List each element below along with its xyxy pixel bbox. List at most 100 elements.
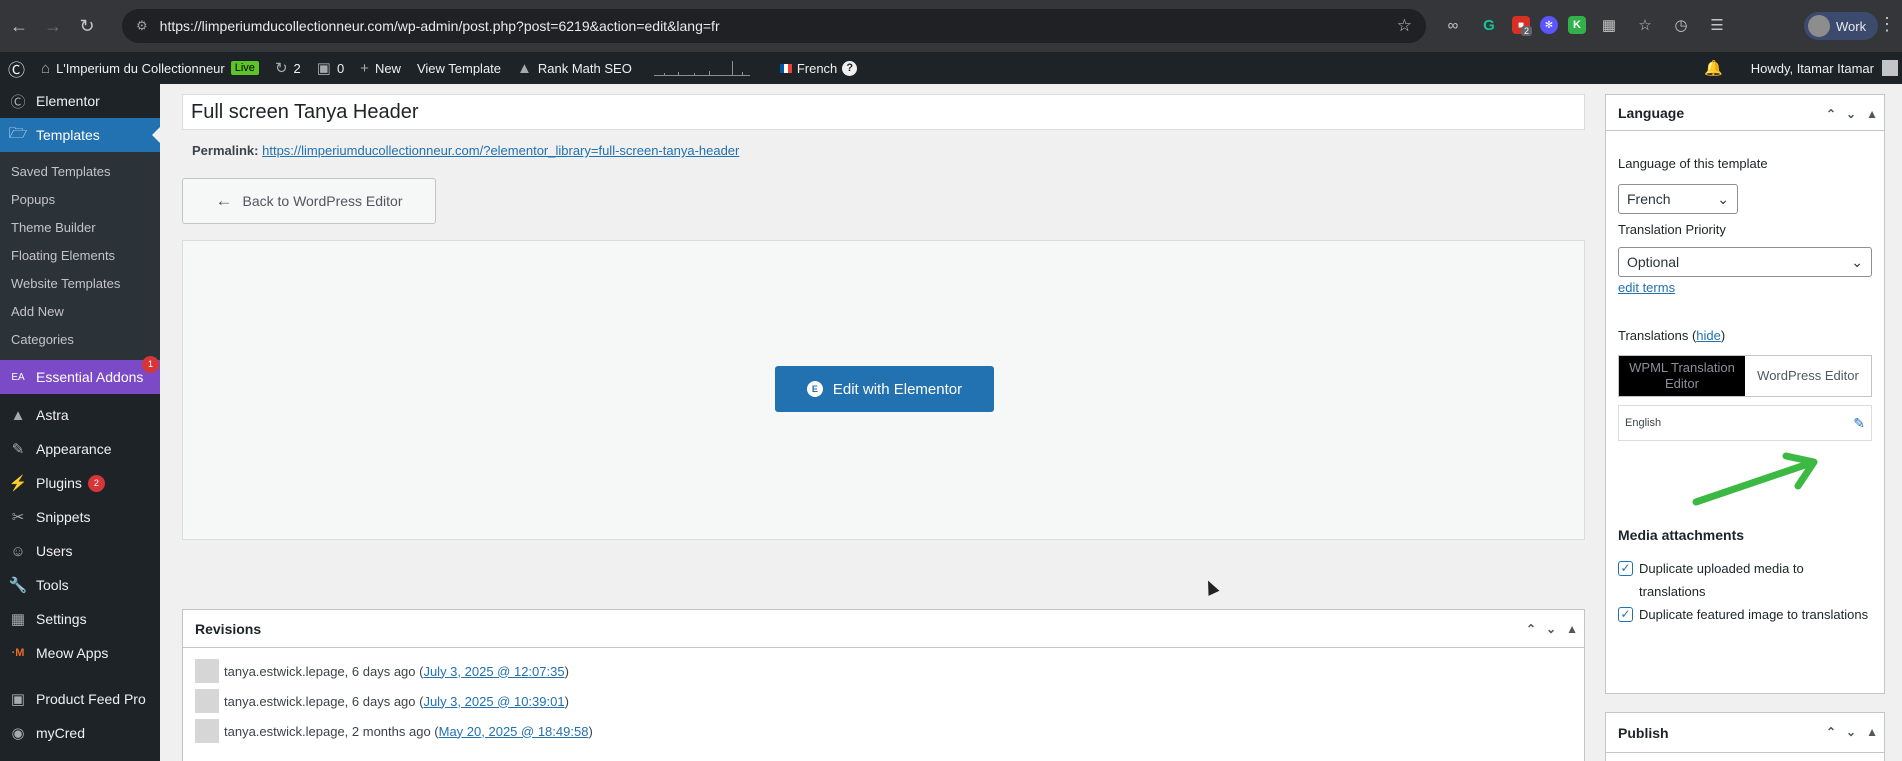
address-bar[interactable]: ⚙ https://limperiumducollectionneur.com/…	[122, 9, 1426, 43]
site-name-link[interactable]: ⌂ L'Imperium du Collectionneur Live	[33, 52, 267, 84]
collapse-toggle-icon[interactable]: ▲	[1866, 725, 1878, 739]
post-title-input[interactable]	[182, 94, 1585, 130]
priority-select-value: Optional	[1627, 254, 1680, 270]
revision-link[interactable]: May 20, 2025 @ 18:49:58	[439, 724, 589, 739]
sidebar-item-tools[interactable]: 🔧 Tools	[0, 568, 160, 602]
mouse-cursor-icon	[1202, 578, 1220, 596]
elementor-logo-icon: E	[806, 381, 823, 397]
language-select[interactable]: French ⌄	[1618, 184, 1738, 214]
revision-link[interactable]: July 3, 2025 @ 12:07:35	[423, 664, 564, 679]
new-content-link[interactable]: + New	[352, 52, 409, 84]
extensions-puzzle-icon[interactable]: ▦	[1596, 12, 1622, 38]
sidebar-item-mycred[interactable]: ◉ myCred	[0, 716, 160, 750]
site-settings-icon[interactable]: ⚙	[136, 18, 148, 34]
pencil-edit-icon[interactable]: ✎	[1853, 415, 1865, 432]
move-down-icon[interactable]: ⌄	[1846, 725, 1856, 739]
stats-sparkline[interactable]	[640, 52, 758, 84]
home-icon: ⌂	[41, 59, 51, 77]
sidebar-item-templates[interactable]: 🗁 Templates	[0, 118, 160, 152]
bookmarks-star-icon[interactable]: ☆	[1632, 12, 1658, 38]
history-icon[interactable]: ◷	[1668, 12, 1694, 38]
profile-button[interactable]: Work	[1804, 12, 1879, 40]
astra-icon: ▲	[10, 406, 26, 424]
sidebar-item-astra[interactable]: ▲ Astra	[0, 398, 160, 432]
sidebar-item-users[interactable]: ☺ Users	[0, 534, 160, 568]
howdy-account-link[interactable]: Howdy, Itamar Itamar	[1731, 52, 1902, 84]
move-up-icon[interactable]: ⌃	[1826, 107, 1836, 121]
tab-wordpress-editor[interactable]: WordPress Editor	[1745, 356, 1871, 396]
translations-label: Translations (	[1618, 328, 1697, 343]
forward-arrow-icon[interactable]: →	[38, 11, 68, 41]
wrench-icon: 🔧	[8, 577, 28, 594]
language-header[interactable]: Language ⌃ ⌄ ▲	[1606, 95, 1884, 131]
duplicate-featured-checkbox[interactable]: ✓	[1618, 607, 1633, 622]
rank-math-link[interactable]: ▲ Rank Math SEO	[509, 52, 640, 84]
revisions-handle-actions: ⌃ ⌄ ▲	[1526, 610, 1578, 648]
sidebar-item-snippets[interactable]: ✂ Snippets	[0, 500, 160, 534]
templates-submenu: Saved Templates Popups Theme Builder Flo…	[0, 152, 160, 360]
submenu-add-new[interactable]: Add New	[0, 298, 160, 326]
sidebar-item-meow-apps[interactable]: ·M Meow Apps	[0, 636, 160, 670]
revision-close: )	[588, 723, 593, 739]
publish-header[interactable]: Publish ⌃ ⌄ ▲	[1606, 713, 1884, 753]
sidebar-item-appearance[interactable]: ✎ Appearance	[0, 432, 160, 466]
mycred-icon: ◉	[11, 725, 25, 742]
language-box: Language ⌃ ⌄ ▲ Language of this template…	[1605, 94, 1885, 694]
translation-editor-tabs: WPML Translation Editor WordPress Editor	[1618, 355, 1872, 397]
notification-bell-icon[interactable]: 🔔	[1696, 52, 1731, 84]
tab-wpml-translation-editor[interactable]: WPML Translation Editor	[1619, 356, 1745, 396]
collapse-toggle-icon[interactable]: ▲	[1566, 622, 1578, 636]
reload-icon[interactable]: ↻	[72, 11, 102, 41]
sidebar-item-plugins[interactable]: ⚡ Plugins 2	[0, 466, 160, 500]
move-down-icon[interactable]: ⌄	[1546, 622, 1556, 636]
grammarly-icon[interactable]: G	[1476, 12, 1502, 38]
collapse-toggle-icon[interactable]: ▲	[1866, 107, 1878, 121]
updates-link[interactable]: ↻ 2	[267, 52, 309, 84]
essential-addons-badge: 1	[142, 356, 159, 373]
submenu-website-templates[interactable]: Website Templates	[0, 270, 160, 298]
back-arrow-icon[interactable]: ←	[4, 11, 34, 41]
comments-link[interactable]: ▣ 0	[309, 52, 352, 84]
move-up-icon[interactable]: ⌃	[1526, 622, 1536, 636]
m-extension-icon[interactable]: ∞	[1440, 12, 1466, 38]
submenu-floating-elements[interactable]: Floating Elements	[0, 242, 160, 270]
sidebar-item-essential-addons[interactable]: EA Essential Addons 1	[0, 356, 160, 394]
edit-terms-link[interactable]: edit terms	[1618, 280, 1675, 295]
move-up-icon[interactable]: ⌃	[1826, 725, 1836, 739]
revision-link[interactable]: July 3, 2025 @ 10:39:01	[423, 694, 564, 709]
admin-content-scrollbar[interactable]	[1891, 84, 1902, 761]
wordpress-logo-icon[interactable]: Ⓒ	[0, 52, 33, 84]
red-extension-icon[interactable]: ■ 2	[1512, 16, 1532, 36]
sidebar-item-label: Plugins	[36, 475, 82, 491]
move-down-icon[interactable]: ⌄	[1846, 107, 1856, 121]
k-extension-icon[interactable]: K	[1568, 16, 1586, 34]
howdy-text: Howdy, Itamar Itamar	[1750, 60, 1874, 76]
help-icon[interactable]: ?	[842, 60, 858, 76]
purple-extension-icon[interactable]: ✻	[1540, 16, 1558, 34]
reading-list-icon[interactable]: ☰	[1704, 12, 1730, 38]
browser-menu-icon[interactable]: ⋮	[1878, 14, 1896, 35]
sidebar-item-product-feed[interactable]: ▣ Product Feed Pro	[0, 682, 160, 716]
submenu-theme-builder[interactable]: Theme Builder	[0, 214, 160, 242]
revision-author: tanya.estwick.lepage, 6 days ago (	[224, 663, 424, 679]
revisions-header[interactable]: Revisions ⌃ ⌄ ▲	[183, 610, 1584, 648]
hide-translations-link[interactable]: hide	[1696, 328, 1721, 343]
sidebar-item-settings[interactable]: ▦ Settings	[0, 602, 160, 636]
url-text[interactable]: https://limperiumducollectionneur.com/wp…	[160, 18, 1397, 34]
bookmark-star-icon[interactable]: ☆	[1397, 16, 1412, 36]
back-to-wordpress-editor-button[interactable]: ← Back to WordPress Editor	[182, 178, 436, 224]
submenu-popups[interactable]: Popups	[0, 186, 160, 214]
submenu-saved-templates[interactable]: Saved Templates	[0, 158, 160, 186]
rank-math-icon: ▲	[517, 59, 532, 77]
submenu-categories[interactable]: Categories	[0, 326, 160, 354]
duplicate-media-checkbox[interactable]: ✓	[1618, 561, 1633, 576]
view-template-link[interactable]: View Template	[409, 52, 509, 84]
sidebar-item-label: Tools	[36, 577, 69, 593]
permalink-link[interactable]: https://limperiumducollectionneur.com/?e…	[262, 143, 739, 158]
sidebar-item-elementor[interactable]: Ⓒ Elementor	[0, 84, 160, 118]
revision-author: tanya.estwick.lepage, 2 months ago (	[224, 723, 439, 739]
translation-language: English	[1625, 417, 1662, 429]
language-switcher[interactable]: French ?	[772, 52, 865, 84]
edit-with-elementor-button[interactable]: E Edit with Elementor	[775, 366, 994, 412]
translation-priority-select[interactable]: Optional ⌄	[1618, 247, 1872, 277]
